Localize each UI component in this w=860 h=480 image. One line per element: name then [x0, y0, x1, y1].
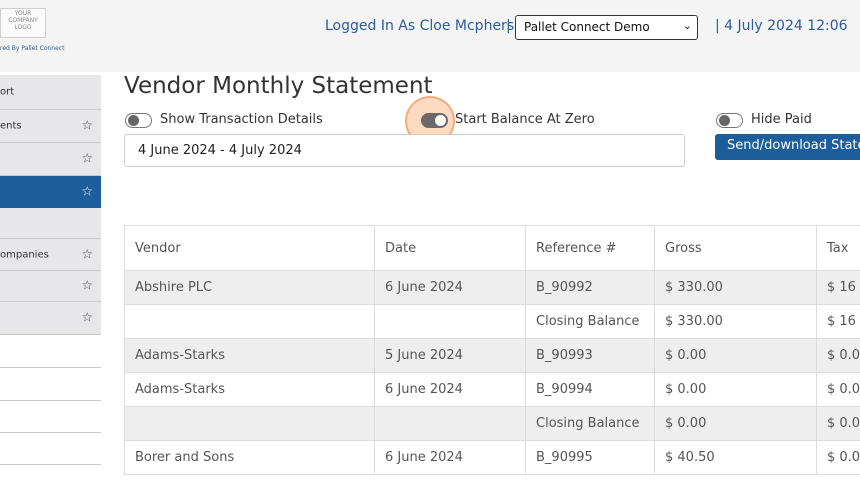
table-row[interactable]: Adams-Starks 6 June 2024 B_90994 $ 0.00 … [124, 372, 860, 407]
table-cell: Adams-Starks [124, 372, 375, 407]
table-header-row: Vendor Date Reference # Gross Tax [124, 225, 860, 271]
table-cell: 6 June 2024 [374, 440, 526, 475]
table-cell [374, 406, 526, 441]
column-header[interactable]: Vendor [124, 225, 375, 271]
table-cell: B_90995 [525, 440, 655, 475]
table-row[interactable]: Closing Balance $ 330.00 $ 16 [124, 304, 860, 339]
sidebar-item-companies[interactable]: ompanies ☆ [0, 239, 101, 271]
table-cell [374, 304, 526, 339]
table-cell: B_90992 [525, 270, 655, 305]
sidebar-item-label: ompanies [0, 249, 49, 260]
star-outline-icon[interactable]: ☆ [81, 152, 93, 167]
table-cell: $ 16 [816, 270, 860, 305]
start-zero-label: Start Balance At Zero [455, 112, 595, 127]
table-cell: 6 June 2024 [374, 372, 526, 407]
table-cell [124, 304, 375, 339]
logo-line: LOGO [14, 24, 32, 31]
table-row[interactable]: Adams-Starks 5 June 2024 B_90993 $ 0.00 … [124, 338, 860, 373]
show-details-toggle[interactable] [125, 113, 152, 128]
sidebar-item-report[interactable]: ort [0, 75, 101, 110]
current-datetime: | 4 July 2024 12:06 [715, 18, 848, 34]
table-cell: $ 0.0 [816, 440, 860, 475]
table-cell: $ 0.0 [816, 372, 860, 407]
table-cell: Adams-Starks [124, 338, 375, 373]
table-cell: $ 330.00 [654, 270, 817, 305]
chevron-down-icon: ⌄ [682, 19, 692, 32]
sidebar-item-10[interactable] [0, 368, 101, 401]
table-row[interactable]: Abshire PLC 6 June 2024 B_90992 $ 330.00… [124, 270, 860, 305]
sidebar-item-label: ort [0, 86, 15, 98]
sidebar: ort ents ☆ ☆ ☆ ompanies ☆ ☆ ☆ [0, 72, 101, 480]
company-select[interactable]: Pallet Connect Demo ⌄ [515, 15, 698, 40]
header-separator: | [506, 18, 511, 34]
sidebar-item-11[interactable] [0, 401, 101, 433]
table-cell: B_90993 [525, 338, 655, 373]
star-outline-icon[interactable]: ☆ [81, 185, 93, 200]
top-bar: YOUR COMPANY LOGO red By Pallet Connect … [0, 0, 860, 72]
toggle-knob [128, 115, 139, 126]
table-cell [124, 406, 375, 441]
powered-by: red By Pallet Connect [0, 45, 65, 52]
sidebar-item-payments[interactable]: ents ☆ [0, 110, 101, 143]
sidebar-item-5[interactable] [0, 208, 101, 239]
table-cell: $ 0.0 [816, 338, 860, 373]
table-cell: Closing Balance [525, 304, 655, 339]
table-cell: $ 0.0 [816, 406, 860, 441]
table-row[interactable]: Borer and Sons 6 June 2024 B_90995 $ 40.… [124, 440, 860, 475]
star-outline-icon[interactable]: ☆ [81, 247, 93, 262]
table-cell: $ 330.00 [654, 304, 817, 339]
sidebar-item-12[interactable] [0, 433, 101, 465]
column-header[interactable]: Tax [816, 225, 860, 271]
hide-paid-toggle[interactable] [716, 113, 743, 128]
page-title: Vendor Monthly Statement [124, 73, 433, 99]
table-cell: $ 40.50 [654, 440, 817, 475]
sidebar-item-3[interactable]: ☆ [0, 143, 101, 176]
company-select-value: Pallet Connect Demo [524, 20, 650, 34]
table-row[interactable]: Closing Balance $ 0.00 $ 0.0 [124, 406, 860, 441]
table-cell: 6 June 2024 [374, 270, 526, 305]
star-outline-icon[interactable]: ☆ [81, 279, 93, 294]
sidebar-item-8[interactable]: ☆ [0, 302, 101, 335]
send-download-button[interactable]: Send/download Statements [715, 134, 860, 160]
star-outline-icon[interactable]: ☆ [81, 311, 93, 326]
table-cell: $ 0.00 [654, 372, 817, 407]
table-cell: Borer and Sons [124, 440, 375, 475]
toggle-knob [719, 115, 730, 126]
column-header[interactable]: Gross [654, 225, 817, 271]
table-cell: Closing Balance [525, 406, 655, 441]
sidebar-item-active[interactable]: ☆ [0, 176, 101, 208]
table-cell: $ 0.00 [654, 406, 817, 441]
table-cell: B_90994 [525, 372, 655, 407]
table-cell: Abshire PLC [124, 270, 375, 305]
toggle-knob [435, 115, 446, 126]
logo-line: COMPANY [8, 17, 38, 24]
sidebar-item-7[interactable]: ☆ [0, 271, 101, 302]
company-logo: YOUR COMPANY LOGO [0, 8, 46, 38]
logo-line: YOUR [14, 10, 32, 17]
star-outline-icon[interactable]: ☆ [81, 119, 93, 134]
statement-table: Vendor Date Reference # Gross Tax Abshir… [124, 225, 860, 475]
show-details-label: Show Transaction Details [160, 112, 323, 127]
table-cell: 5 June 2024 [374, 338, 526, 373]
logged-in-text: Logged In As Cloe Mcpherson [325, 18, 532, 34]
start-zero-toggle[interactable] [421, 113, 448, 128]
column-header[interactable]: Date [374, 225, 526, 271]
table-cell: $ 0.00 [654, 338, 817, 373]
sidebar-item-label: ents [0, 120, 22, 132]
date-range-input[interactable]: 4 June 2024 - 4 July 2024 [124, 134, 685, 167]
table-cell: $ 16 [816, 304, 860, 339]
column-header[interactable]: Reference # [525, 225, 655, 271]
hide-paid-label: Hide Paid [751, 112, 812, 127]
sidebar-item-9[interactable] [0, 335, 101, 368]
